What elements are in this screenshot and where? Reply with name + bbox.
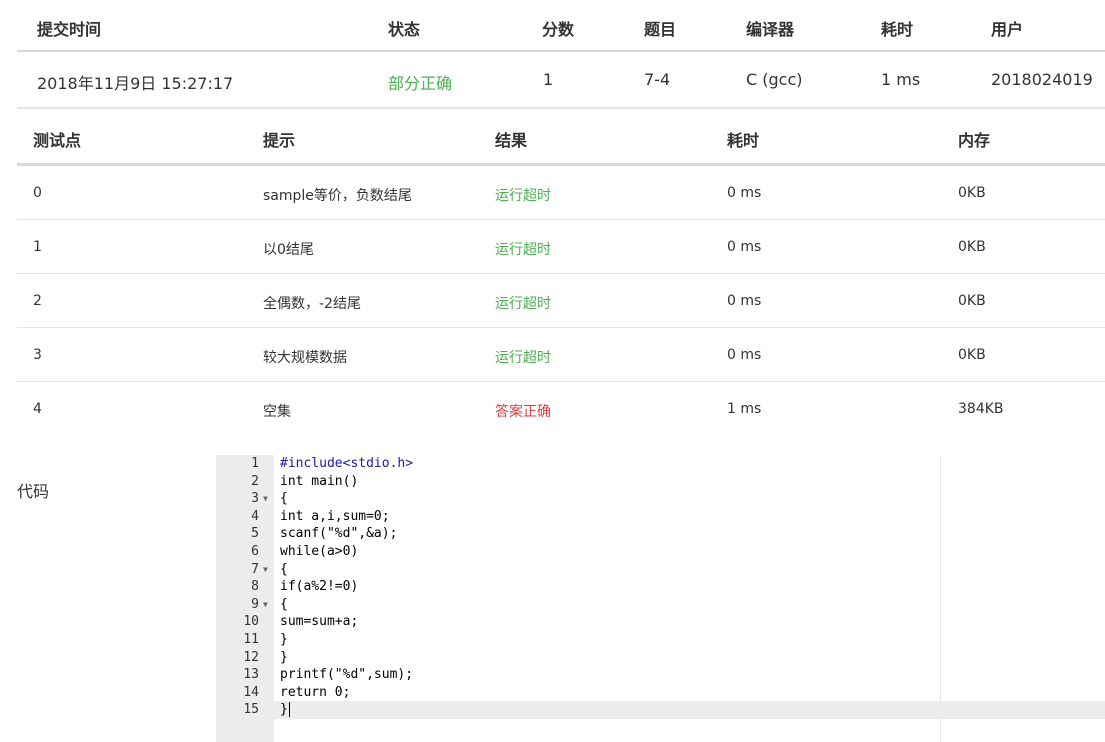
case-hint: sample等价，负数结尾 xyxy=(263,188,412,204)
table-row: 3 较大规模数据 运行超时 0 ms 0KB xyxy=(17,328,1105,382)
case-memory: 0KB xyxy=(958,293,986,309)
code-line[interactable]: 1 #include<stdio.h> xyxy=(216,455,1105,473)
case-id: 1 xyxy=(33,239,42,255)
code-line[interactable]: 14 return 0; xyxy=(216,684,1105,702)
compiler: C (gcc) xyxy=(746,70,803,89)
fold-arrow-icon[interactable]: ▼ xyxy=(263,490,268,508)
header-time: 耗时 xyxy=(727,131,760,150)
code-text: } xyxy=(280,632,288,647)
code-line[interactable]: 2 int main() xyxy=(216,473,1105,491)
code-text: { xyxy=(280,491,288,507)
case-id: 0 xyxy=(33,185,42,201)
duration: 1 ms xyxy=(881,70,921,89)
case-id: 4 xyxy=(33,401,42,417)
case-hint: 全偶数，-2结尾 xyxy=(263,296,361,312)
summary-header-row: 提交时间 状态 分数 题目 编译器 耗时 用户 xyxy=(17,0,1105,52)
header-case-id: 测试点 xyxy=(33,131,82,150)
code-text: if(a%2!=0) xyxy=(280,579,359,595)
table-row: 1 以0结尾 运行超时 0 ms 0KB xyxy=(17,220,1105,274)
code-text: while(a>0) xyxy=(280,544,359,559)
code-line[interactable]: 7 ▼ { xyxy=(216,561,1105,579)
code-line[interactable]: 3 ▼ { xyxy=(216,490,1105,508)
code-line[interactable]: 13 printf("%d",sum); xyxy=(216,666,1105,684)
case-memory: 384KB xyxy=(958,401,1004,417)
code-text: scanf("%d",&a); xyxy=(280,526,398,542)
table-row: 4 空集 答案正确 1 ms 384KB xyxy=(17,382,1105,435)
header-memory: 内存 xyxy=(958,131,991,150)
problem-link[interactable]: 7-4 xyxy=(644,70,670,89)
case-time: 1 ms xyxy=(727,401,762,417)
header-compiler: 编译器 xyxy=(746,20,795,39)
case-memory: 0KB xyxy=(958,185,986,201)
header-problem: 题目 xyxy=(644,20,677,39)
header-submit-time: 提交时间 xyxy=(37,20,102,39)
code-line[interactable]: 11 } xyxy=(216,631,1105,649)
code-line[interactable]: 9 ▼ { xyxy=(216,596,1105,614)
submission-summary-table: 提交时间 状态 分数 题目 编译器 耗时 用户 2018年11月9日 15:27… xyxy=(17,0,1105,109)
header-user: 用户 xyxy=(991,20,1024,39)
case-time: 0 ms xyxy=(727,185,762,201)
code-line[interactable]: 4 int a,i,sum=0; xyxy=(216,508,1105,526)
code-text: printf("%d",sum); xyxy=(280,667,414,683)
code-text: } xyxy=(280,702,288,718)
test-cases-table: 测试点 提示 结果 耗时 内存 0 sample等价，负数结尾 运行超时 0 m… xyxy=(17,107,1105,435)
case-time: 0 ms xyxy=(727,239,762,255)
case-time: 0 ms xyxy=(727,293,762,309)
case-id: 3 xyxy=(33,347,42,363)
code-text: #include<stdio.h> xyxy=(280,456,414,471)
case-id: 2 xyxy=(33,293,42,309)
code-text: return 0; xyxy=(280,684,351,700)
table-row: 0 sample等价，负数结尾 运行超时 0 ms 0KB xyxy=(17,166,1105,220)
code-editor[interactable]: 1 #include<stdio.h> 2 int main() 3 ▼ { 4… xyxy=(216,455,1105,742)
code-line[interactable]: 12 } xyxy=(216,649,1105,667)
case-hint: 空集 xyxy=(263,404,291,420)
case-result: 运行超时 xyxy=(495,296,551,312)
code-section-label: 代码 xyxy=(17,482,50,501)
summary-row: 2018年11月9日 15:27:17 部分正确 1 7-4 C (gcc) 1… xyxy=(17,52,1105,109)
case-result: 运行超时 xyxy=(495,242,551,258)
case-result: 运行超时 xyxy=(495,350,551,366)
code-line[interactable]: 5 scanf("%d",&a); xyxy=(216,525,1105,543)
case-time: 0 ms xyxy=(727,347,762,363)
code-line[interactable]: 6 while(a>0) xyxy=(216,543,1105,561)
case-hint: 较大规模数据 xyxy=(263,350,347,366)
header-hint: 提示 xyxy=(263,131,296,150)
table-row: 2 全偶数，-2结尾 运行超时 0 ms 0KB xyxy=(17,274,1105,328)
code-text: { xyxy=(280,561,288,577)
score: 1 xyxy=(543,70,554,89)
user: 2018024019 xyxy=(991,70,1093,89)
code-line-active[interactable]: 15 } xyxy=(216,701,1105,719)
fold-arrow-icon[interactable]: ▼ xyxy=(263,596,268,614)
code-text: } xyxy=(280,649,288,665)
header-result: 结果 xyxy=(495,131,528,150)
fold-arrow-icon[interactable]: ▼ xyxy=(263,561,268,579)
cases-header-row: 测试点 提示 结果 耗时 内存 xyxy=(17,107,1105,166)
case-result: 运行超时 xyxy=(495,188,551,204)
header-status: 状态 xyxy=(388,20,421,39)
status-badge: 部分正确 xyxy=(388,74,453,93)
code-line[interactable]: 8 if(a%2!=0) xyxy=(216,578,1105,596)
code-text: { xyxy=(280,596,288,612)
case-memory: 0KB xyxy=(958,239,986,255)
code-text: int main() xyxy=(280,473,359,489)
submit-time: 2018年11月9日 15:27:17 xyxy=(37,74,234,93)
case-memory: 0KB xyxy=(958,347,986,363)
case-result: 答案正确 xyxy=(495,404,551,420)
code-text: int a,i,sum=0; xyxy=(280,508,390,524)
header-score: 分数 xyxy=(542,20,575,39)
header-duration: 耗时 xyxy=(881,20,914,39)
code-line[interactable]: 10 sum=sum+a; xyxy=(216,613,1105,631)
code-text: sum=sum+a; xyxy=(280,614,359,630)
text-cursor xyxy=(288,702,290,718)
case-hint: 以0结尾 xyxy=(263,242,314,258)
